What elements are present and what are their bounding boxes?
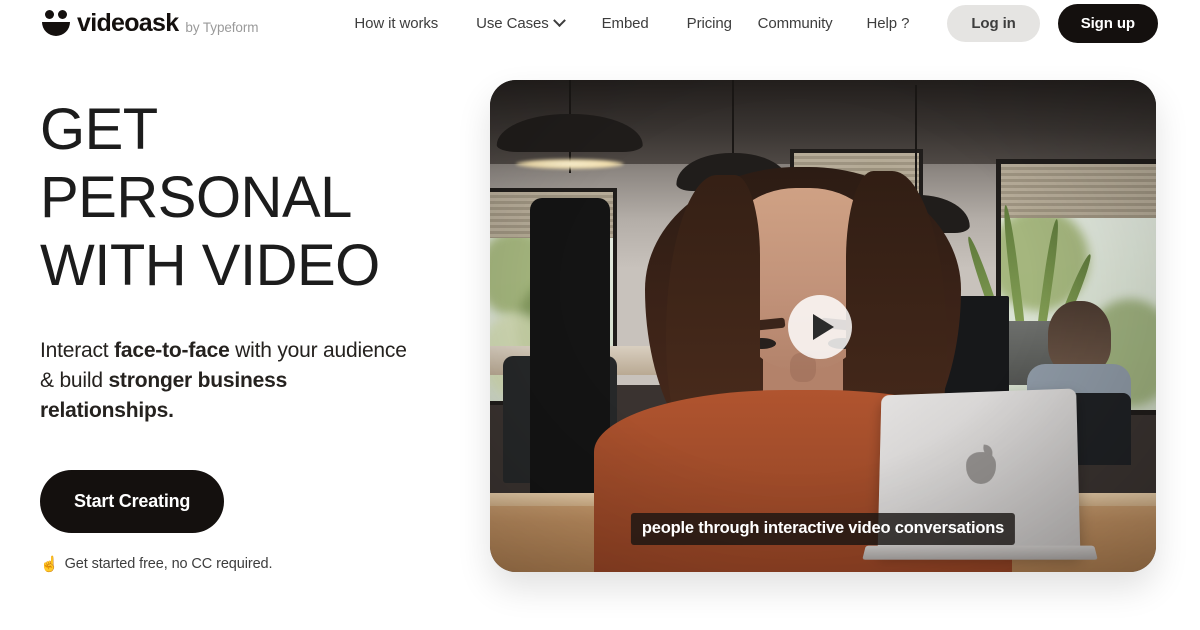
subhead-part-1: Interact — [40, 339, 115, 362]
free-trial-note: ☝ Get started free, no CC required. — [40, 556, 460, 572]
hero-subheadline: Interact face-to-face with your audience… — [40, 336, 420, 426]
start-creating-button[interactable]: Start Creating — [40, 470, 225, 533]
hero-video-player[interactable]: people through interactive video convers… — [490, 80, 1156, 572]
nav-label: Use Cases — [476, 14, 549, 32]
play-triangle-icon — [812, 314, 834, 340]
nav-item-pricing[interactable]: Pricing — [687, 15, 732, 32]
pointing-hand-emoji-icon: ☝ — [40, 555, 59, 573]
nav-label: Pricing — [686, 14, 732, 32]
chevron-down-icon — [552, 13, 566, 27]
nav-item-embed[interactable]: Embed — [602, 15, 649, 32]
nav-item-how-it-works[interactable]: How it works — [354, 15, 438, 32]
brand-logo[interactable]: videoask by Typeform — [42, 10, 258, 36]
hero-copy: Get Personal With Video Interact face-to… — [40, 96, 460, 572]
play-button[interactable] — [788, 295, 852, 359]
log-in-button[interactable]: Log in — [947, 4, 1040, 42]
landing-page: videoask by Typeform How it works Use Ca… — [0, 0, 1200, 630]
nav-label: Community — [757, 14, 833, 32]
videoask-smiley-logo-icon — [42, 10, 70, 36]
page-title: Get Personal With Video — [40, 97, 380, 298]
secondary-nav: Community Help ? Log in Sign up — [758, 3, 1158, 43]
brand-byline: by Typeform — [185, 19, 259, 35]
brand-name: videoask — [77, 9, 179, 37]
primary-nav: How it works Use Cases Embed Pricing — [354, 13, 732, 32]
nav-label: How it works — [354, 14, 439, 32]
nav-item-community[interactable]: Community — [758, 15, 833, 32]
free-trial-note-text: Get started free, no CC required. — [64, 556, 273, 572]
video-caption: people through interactive video convers… — [630, 513, 1016, 545]
nav-label: Embed — [601, 14, 649, 32]
nav-item-use-cases[interactable]: Use Cases — [476, 13, 566, 32]
nav-item-help[interactable]: Help ? — [867, 15, 910, 32]
subhead-bold-1: face-to-face — [114, 339, 230, 362]
site-header: videoask by Typeform How it works Use Ca… — [0, 0, 1200, 46]
nav-label: Help ? — [866, 14, 910, 32]
apple-logo-icon — [966, 451, 997, 485]
sign-up-button[interactable]: Sign up — [1057, 3, 1158, 43]
pendant-lamp-left — [496, 80, 644, 174]
